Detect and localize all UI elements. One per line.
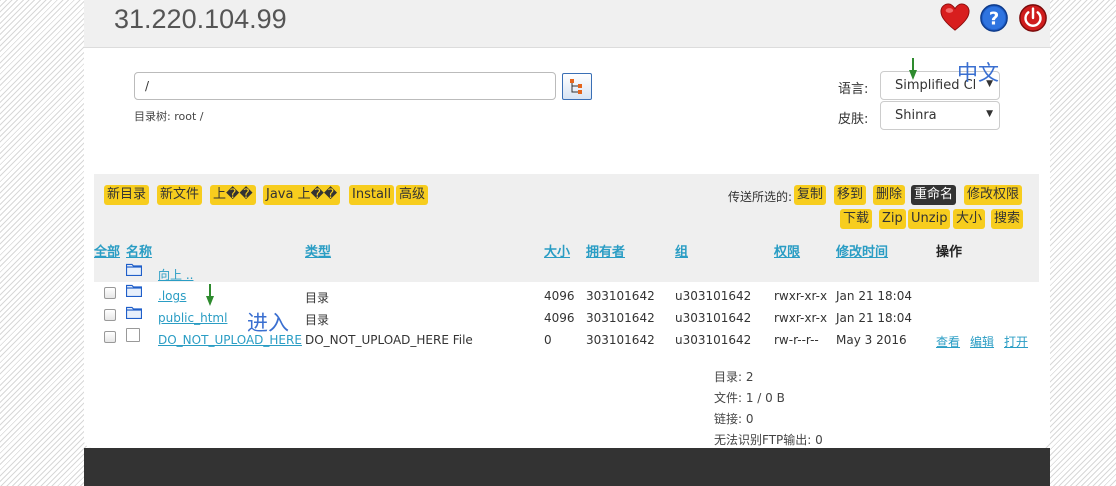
size-button[interactable]: 大小 [953,209,986,229]
search-button[interactable]: 搜索 [991,209,1024,229]
file-group: u303101642 [675,289,752,303]
svg-text:?: ? [989,9,999,30]
file-permissions: rwxr-xr-x [774,311,828,325]
type-header[interactable]: 类型 [305,241,331,260]
file-size: 4096 [544,311,575,325]
power-icon[interactable] [1018,3,1048,33]
move-button[interactable]: 移到 [834,185,867,205]
file-permissions: rwxr-xr-x [774,289,828,303]
new-directory-button[interactable]: 新目录 [104,185,150,205]
folder-icon [126,284,142,297]
file-type: 目录 [305,313,330,327]
file-modified-time: May 3 2016 [836,333,907,347]
heart-icon[interactable] [940,3,970,33]
file-count: 文件: 1 / 0 B [714,391,785,405]
folder-icon [126,306,142,319]
file-owner: 303101642 [586,333,655,347]
file-icon [126,328,140,342]
group-header[interactable]: 组 [675,241,688,260]
advanced-button[interactable]: 高级 [396,185,429,205]
skin-value: Shinra [895,108,937,123]
file-modified-time: Jan 21 18:04 [836,311,912,325]
file-modified-time: Jan 21 18:04 [836,289,912,303]
upload-button[interactable]: 上�� [210,185,256,205]
size-header[interactable]: 大小 [544,241,570,260]
header-bar: 31.220.104.99 ? [84,0,1050,48]
row-checkbox[interactable] [104,331,116,343]
unzip-button[interactable]: Unzip [908,209,951,229]
folder-icon [126,263,142,276]
name-header[interactable]: 名称 [126,241,152,260]
actions-header: 操作 [936,245,963,260]
link-count: 链接: 0 [714,412,754,426]
new-file-button[interactable]: 新文件 [157,185,203,205]
tree-button[interactable] [562,73,592,100]
file-name-link[interactable]: public_html [158,311,227,325]
transfer-selected-label: 传送所选的: [728,190,793,204]
view-link[interactable]: 查看 [936,333,960,350]
file-type: 目录 [305,291,330,305]
download-button[interactable]: 下载 [840,209,873,229]
row-checkbox[interactable] [104,287,116,299]
chmod-button[interactable]: 修改权限 [964,185,1023,205]
arrow-down-icon [909,58,917,80]
skin-select[interactable]: Shinra ▼ [880,101,1000,130]
file-size: 4096 [544,289,575,303]
file-owner: 303101642 [586,311,655,325]
copy-button[interactable]: 复制 [794,185,827,205]
owner-header[interactable]: 拥有者 [586,241,625,260]
open-link[interactable]: 打开 [1004,333,1028,350]
file-size: 0 [544,333,552,347]
row-checkbox[interactable] [104,309,116,321]
host-address: 31.220.104.99 [114,4,287,34]
annotation-enter: 进入 [247,311,289,335]
main-panel: 31.220.104.99 ? 目录树: root / 语言: Simplifi… [84,0,1050,448]
tree-icon [570,79,582,94]
file-group: u303101642 [675,333,752,347]
directory-tree-label: 目录树: root / [134,110,204,123]
edit-link[interactable]: 编辑 [970,333,994,350]
select-all-header[interactable]: 全部 [94,241,120,260]
directory-count: 目录: 2 [714,370,754,384]
delete-button[interactable]: 删除 [873,185,906,205]
help-icon[interactable]: ? [979,3,1009,33]
file-type: DO_NOT_UPLOAD_HERE File [305,333,473,347]
arrow-down-icon [206,284,214,306]
parent-directory-link[interactable]: 向上 .. [158,266,193,283]
modified-time-header[interactable]: 修改时间 [836,241,888,260]
rename-button[interactable]: 重命名 [911,185,957,205]
unrecognized-ftp-output: 无法识别FTP输出: 0 [714,433,823,447]
chevron-down-icon: ▼ [986,109,993,119]
install-button[interactable]: Install [349,185,395,205]
annotation-chinese: 中文 [957,61,999,85]
footer-bar [84,448,1050,486]
file-name-link[interactable]: .logs [158,289,186,303]
file-permissions: rw-r--r-- [774,333,819,347]
permissions-header[interactable]: 权限 [774,241,800,260]
java-upload-button[interactable]: Java 上�� [263,185,341,205]
file-group: u303101642 [675,311,752,325]
skin-label: 皮肤: [838,112,869,127]
path-input[interactable] [134,72,556,100]
language-label: 语言: [838,82,869,97]
zip-button[interactable]: Zip [879,209,906,229]
file-owner: 303101642 [586,289,655,303]
